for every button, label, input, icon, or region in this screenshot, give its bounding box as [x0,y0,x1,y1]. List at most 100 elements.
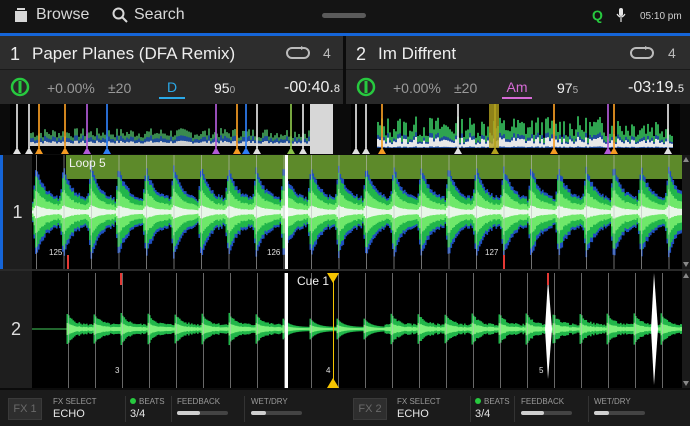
deck-number: 1 [10,44,21,64]
bpm-main: 97 [557,80,573,96]
loop-count: 4 [323,45,331,61]
bpm-decimal: 5 [572,85,579,96]
browse-label: Browse [36,6,90,23]
divider [514,396,515,422]
deck-2-track-overview[interactable] [351,104,680,154]
fx-bar: FX 1 FX SELECT ECHO BEATS 3/4 FEEDBACK W… [0,390,690,426]
fx-2-wetdry-slider[interactable] [594,411,645,415]
slider-fill [594,411,610,415]
search-label: Search [134,6,185,23]
search-icon [112,7,128,23]
fx-1-wetdry-slider[interactable] [251,411,302,415]
scroll-up-icon[interactable] [683,273,689,278]
key-value: D [159,79,185,99]
top-bar: Browse Search Q 05:10 pm [0,0,690,33]
drag-handle[interactable] [322,13,366,18]
pitch-value: +0.00% [393,80,441,96]
fx-2-button[interactable]: FX 2 [353,398,387,420]
bpm-main: 95 [214,80,230,96]
time-remaining-main: -03:19. [628,79,678,96]
beats-value: 3/4 [130,408,146,420]
beats-indicator-icon [475,398,481,404]
beats-label: BEATS [139,397,165,406]
cue-label: Cue 1 [297,274,330,288]
feedback-label: FEEDBACK [177,397,221,406]
loop-icon[interactable] [629,46,655,60]
scrolling-waveform[interactable] [32,155,682,388]
fx-2-beats[interactable]: BEATS 3/4 [475,397,510,420]
slider-fill [177,411,200,415]
fx-1-button[interactable]: FX 1 [8,398,42,420]
sync-icon[interactable] [356,77,376,97]
deck-1-header[interactable]: 1 Paper Planes (DFA Remix) 4 +0.00% ±20 … [0,36,343,104]
beats-indicator-icon [130,398,136,404]
beat-number: 125 [49,248,63,257]
pitch-range[interactable]: ±20 [454,80,477,96]
loop-icon[interactable] [285,46,311,60]
overview-waveform [10,104,333,154]
beat-number: 126 [267,248,281,257]
beats-value: 3/4 [475,408,491,420]
deck-1-track-overview[interactable] [10,104,333,154]
fx-2-select[interactable]: FX SELECT ECHO [397,397,441,420]
lane-2-label: 2 [0,271,32,388]
wetdry-label: WET/DRY [251,397,288,406]
deck-1-info-row: +0.00% ±20 D 950 -00:40.8 [0,70,343,104]
fx-1-select[interactable]: FX SELECT ECHO [53,397,97,420]
fx-2-feedback[interactable]: FEEDBACK [521,397,564,406]
deck-2-header[interactable]: 2 Im Diffrent 4 +0.00% ±20 Am 975 -03:19… [346,36,690,104]
sync-icon[interactable] [10,77,30,97]
fx-1-feedback[interactable]: FEEDBACK [177,397,220,406]
overview-waveform [351,104,680,154]
bpm-value: 950 [214,80,235,96]
fx-2-feedback-slider[interactable] [521,411,572,415]
scroll-down-icon[interactable] [683,262,689,267]
deck-1-title-row: 1 Paper Planes (DFA Remix) 4 [0,36,343,70]
lane-2-scroll[interactable] [682,271,690,388]
deck-2-info-row: +0.00% ±20 Am 975 -03:19.5 [346,70,690,104]
fx-select-value: ECHO [397,408,429,420]
fx-select-value: ECHO [53,408,85,420]
browse-button[interactable]: Browse [14,6,89,24]
deck-2-title-row: 2 Im Diffrent 4 [346,36,690,70]
track-title: Im Diffrent [378,44,457,63]
search-button[interactable]: Search [112,6,185,24]
divider [244,396,245,422]
beats-label: BEATS [484,397,510,406]
beat-number: 127 [485,248,499,257]
key-value: Am [502,79,532,99]
time-remaining-main: -00:40. [284,79,334,96]
deck-number: 2 [356,44,367,64]
scroll-up-icon[interactable] [683,157,689,162]
fx-1-beats[interactable]: BEATS 3/4 [130,397,165,420]
microphone-icon[interactable] [616,8,626,22]
beat-number: 5 [539,366,544,375]
waveform-lanes[interactable]: 1 2 [0,155,690,388]
divider [125,396,126,422]
scroll-down-icon[interactable] [683,381,689,386]
bpm-value: 975 [557,80,578,96]
track-title: Paper Planes (DFA Remix) [32,44,236,63]
slider-fill [251,411,267,415]
loop-label: Loop 5 [69,156,106,170]
fx-1-wetdry[interactable]: WET/DRY [251,397,288,406]
pitch-value: +0.00% [47,80,95,96]
wetdry-label: WET/DRY [594,397,631,406]
lane-1-scroll[interactable] [682,155,690,269]
fx-select-label: FX SELECT [53,397,97,406]
time-remaining-decimal: 8 [333,83,340,95]
bpm-decimal: 0 [229,85,236,96]
fx-select-label: FX SELECT [397,397,441,406]
beat-number: 4 [326,366,331,375]
feedback-label: FEEDBACK [521,397,565,406]
pitch-range[interactable]: ±20 [108,80,131,96]
time-remaining: -00:40.8 [284,79,340,97]
time-remaining-decimal: 5 [677,83,684,95]
quantize-indicator[interactable]: Q [592,7,603,23]
beat-number: 3 [115,366,120,375]
fx-2-wetdry[interactable]: WET/DRY [594,397,631,406]
library-icon [15,8,27,22]
clock: 05:10 pm [640,11,682,22]
divider [588,396,589,422]
fx-1-feedback-slider[interactable] [177,411,228,415]
